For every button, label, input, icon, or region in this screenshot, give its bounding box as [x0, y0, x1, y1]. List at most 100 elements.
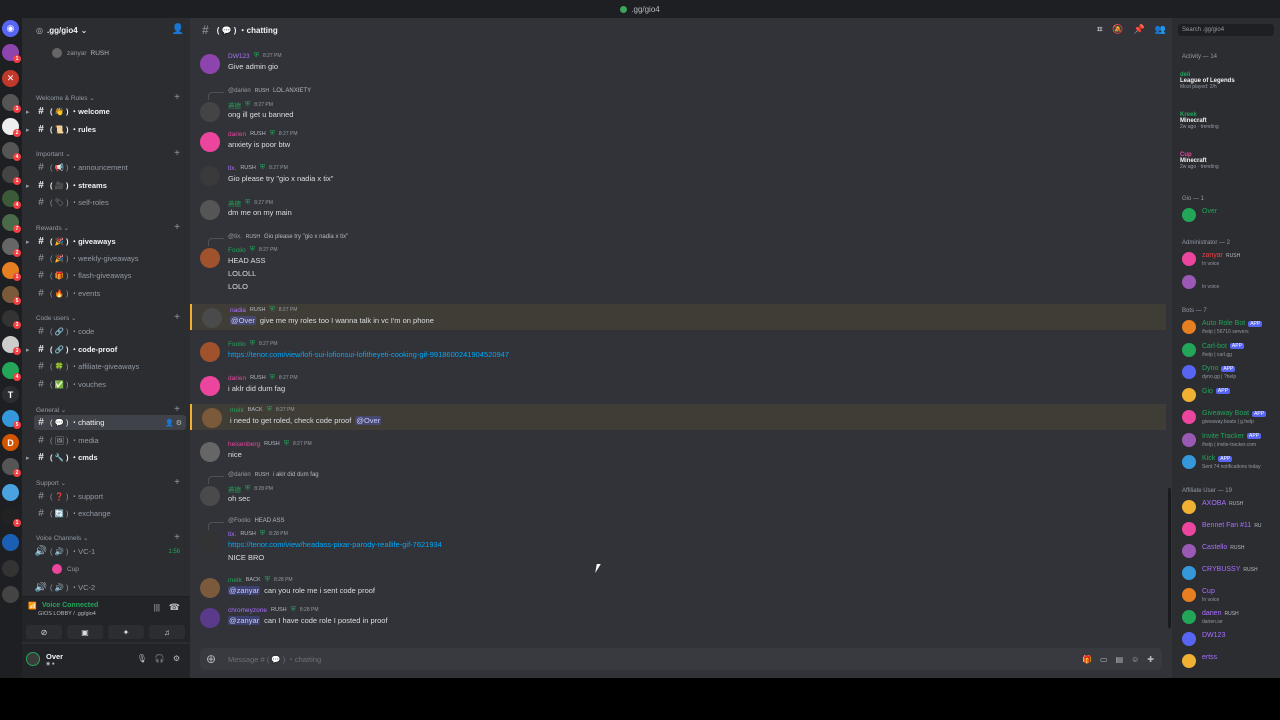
author-name[interactable]: darien — [228, 131, 246, 138]
voice-user-top[interactable]: zanyar RUSH — [52, 48, 109, 58]
microphone-icon[interactable]: 🎙 — [137, 654, 147, 663]
member-item[interactable]: CRYBUSSY RUSH — [1180, 564, 1280, 584]
member-list-icon[interactable]: 👥 — [1155, 24, 1166, 35]
channel-code-proof[interactable]: ▸ #( 🔗 ) ・ code-proof — [26, 342, 186, 357]
reply-preview[interactable]: @darien RUSH LOL ANXIETY — [208, 88, 311, 100]
category-voice[interactable]: Voice Channels ⌄ + — [36, 532, 184, 543]
server-icon-10[interactable]: 1 — [2, 262, 21, 281]
channel-self-roles[interactable]: #( 🏷 ) ・ self-roles — [34, 195, 186, 210]
apps-icon[interactable]: ✚ — [1147, 655, 1154, 664]
add-channel-icon[interactable]: + — [174, 92, 180, 103]
user-avatar[interactable] — [26, 652, 40, 666]
message-item[interactable]: nadia RUSH ⛨ 8:27 PM @Over give me my roles t… — [190, 304, 1166, 330]
member-item[interactable]: Dyno APP dyno.gg | ?help — [1180, 363, 1280, 383]
member-item[interactable]: AXOBA RUSH — [1180, 498, 1280, 518]
server-icon-16[interactable]: 5 — [2, 410, 21, 429]
channel-vouches[interactable]: #( ✅ ) ・ vouches — [34, 377, 186, 392]
member-item[interactable]: Over — [1180, 206, 1280, 226]
avatar[interactable] — [202, 408, 222, 428]
member-item[interactable]: Bennet Fan #11 RU — [1180, 520, 1280, 540]
avatar[interactable] — [200, 376, 220, 396]
add-channel-icon[interactable]: + — [174, 477, 180, 488]
channel-giveaways[interactable]: ▸ #( 🎉 ) ・ giveaways — [26, 234, 186, 249]
avatar[interactable] — [200, 200, 220, 220]
channel-weekly-giveaways[interactable]: #( 🎉 ) ・ weekly-giveaways — [34, 251, 186, 266]
author-name[interactable]: 燕德 — [228, 198, 241, 208]
author-name[interactable]: darien — [228, 375, 246, 382]
activity-card[interactable]: Kreek Minecraft 2w ago · trending — [1180, 112, 1280, 130]
channel-events[interactable]: #( 🔥 ) ・ events — [34, 286, 186, 301]
author-name[interactable]: heisenberg — [228, 441, 260, 448]
threads-icon[interactable]: ⌗ — [1097, 24, 1102, 35]
reply-preview[interactable]: @darien RUSH i aklr did dum fag — [208, 472, 319, 484]
avatar[interactable] — [200, 102, 220, 122]
author-name[interactable]: melk — [230, 407, 244, 414]
member-item[interactable]: DW123 — [1180, 630, 1280, 650]
server-icon-6[interactable]: 1 — [2, 166, 21, 185]
author-name[interactable]: melk — [228, 577, 242, 584]
member-item[interactable]: Gio APP — [1180, 386, 1280, 406]
headphones-icon[interactable]: 🎧 — [155, 654, 165, 663]
member-item[interactable]: ertss — [1180, 652, 1280, 672]
message-item[interactable]: darien RUSH ⛨ 8:27 PM anxiety is poor btw — [190, 128, 1166, 154]
avatar[interactable] — [202, 308, 222, 328]
avatar[interactable] — [200, 608, 220, 628]
voice-user-cup[interactable]: Cup — [52, 564, 79, 574]
avatar[interactable] — [200, 166, 220, 186]
category-general[interactable]: General ⌄ + — [36, 404, 184, 415]
add-channel-icon[interactable]: + — [174, 148, 180, 159]
member-item[interactable]: Carl-bot APP/help | carl.gg — [1180, 341, 1280, 361]
disconnect-icon[interactable]: ☎ — [169, 602, 180, 613]
channel-rules[interactable]: ▸ #( 📜 ) ・ rules — [26, 122, 186, 137]
message-item[interactable]: melk BACK ⛨ 8:28 PM @zanyar can you role me i… — [190, 574, 1166, 600]
member-item[interactable]: Invite Tracker APP/help | invite-tracker.… — [1180, 431, 1280, 451]
channel-affiliate-giveaways[interactable]: #( 🍀 ) ・ affiliate-giveaways — [34, 359, 186, 374]
server-icon-3[interactable]: 3 — [2, 94, 21, 113]
voice-channel-path[interactable]: GIOS LOBBY / .gg/gio4 — [22, 611, 112, 617]
add-channel-icon[interactable]: + — [174, 532, 180, 543]
author-name[interactable]: tix. — [228, 531, 236, 538]
gif-icon[interactable]: ▭ — [1100, 655, 1108, 664]
author-name[interactable]: Foolio — [228, 341, 246, 348]
channel-cmds[interactable]: ▸ #( 🔧 ) ・ cmds — [26, 450, 186, 465]
author-name[interactable]: tix. — [228, 165, 236, 172]
member-item[interactable]: In voice — [1180, 273, 1280, 293]
server-icon-18[interactable]: 2 — [2, 458, 21, 477]
server-icon-7[interactable]: 4 — [2, 190, 21, 209]
member-item[interactable]: Auto Role Bot APP/help | 56710 servers — [1180, 318, 1280, 338]
screenshare-button[interactable]: ▣ — [67, 625, 103, 639]
server-icon-8[interactable]: 7 — [2, 214, 21, 233]
channel-welcome[interactable]: ▸ #( 👋 ) ・ welcome — [26, 104, 186, 119]
add-attachment-icon[interactable]: ⊕ — [200, 652, 222, 666]
member-item[interactable]: zanyar RUSH In voice — [1180, 250, 1280, 270]
avatar[interactable] — [200, 342, 220, 362]
pin-icon[interactable]: 📌 — [1134, 24, 1145, 35]
activities-button[interactable]: ✦ — [108, 625, 144, 639]
author-name[interactable]: Foolio — [228, 247, 246, 254]
channel-support[interactable]: #( ❓ ) ・ support — [34, 489, 186, 504]
reply-preview[interactable]: @Foolio HEAD ASS — [208, 518, 284, 530]
user-mention[interactable]: @Over — [230, 316, 256, 325]
user-mention[interactable]: @zanyar — [228, 586, 261, 595]
category-support[interactable]: Support ⌄ + — [36, 477, 184, 488]
search-input[interactable]: Search .gg/gio4 — [1178, 24, 1274, 36]
author-name[interactable]: 燕德 — [228, 484, 241, 494]
message-item[interactable]: @darien RUSH LOL ANXIETY 燕德 ⛨ 8:27 PM ong ill … — [190, 86, 1166, 125]
category-rewards[interactable]: Rewards ⌄ + — [36, 222, 184, 233]
category-code-users[interactable]: Code users ⌄ + — [36, 312, 184, 323]
message-item[interactable]: darien RUSH ⛨ 8:27 PM i aklr did dum fag — [190, 372, 1166, 398]
channel-exchange[interactable]: #( 🔄 ) ・ exchange — [34, 506, 186, 521]
server-icon-15[interactable]: T — [2, 386, 19, 403]
channel-vc-1[interactable]: 🔊( 🔊 ) ・ VC-1 1:56 — [34, 544, 186, 559]
server-icon-13[interactable]: 3 — [2, 336, 21, 355]
message-item[interactable]: heisenberg RUSH ⛨ 8:27 PM nice — [190, 438, 1166, 464]
avatar[interactable] — [200, 132, 220, 152]
soundboard-button[interactable]: ♫ — [149, 625, 185, 639]
avatar[interactable] — [200, 248, 220, 268]
server-icon-4[interactable]: 2 — [2, 118, 21, 137]
server-icon-17[interactable]: D — [2, 434, 19, 451]
server-icon-1[interactable]: 1 — [2, 44, 21, 63]
channel-code[interactable]: #( 🔗 ) ・ code — [34, 324, 186, 339]
server-icon-9[interactable]: 2 — [2, 238, 21, 257]
category-welcome[interactable]: Welcome & Rules ⌄ + — [36, 92, 184, 103]
